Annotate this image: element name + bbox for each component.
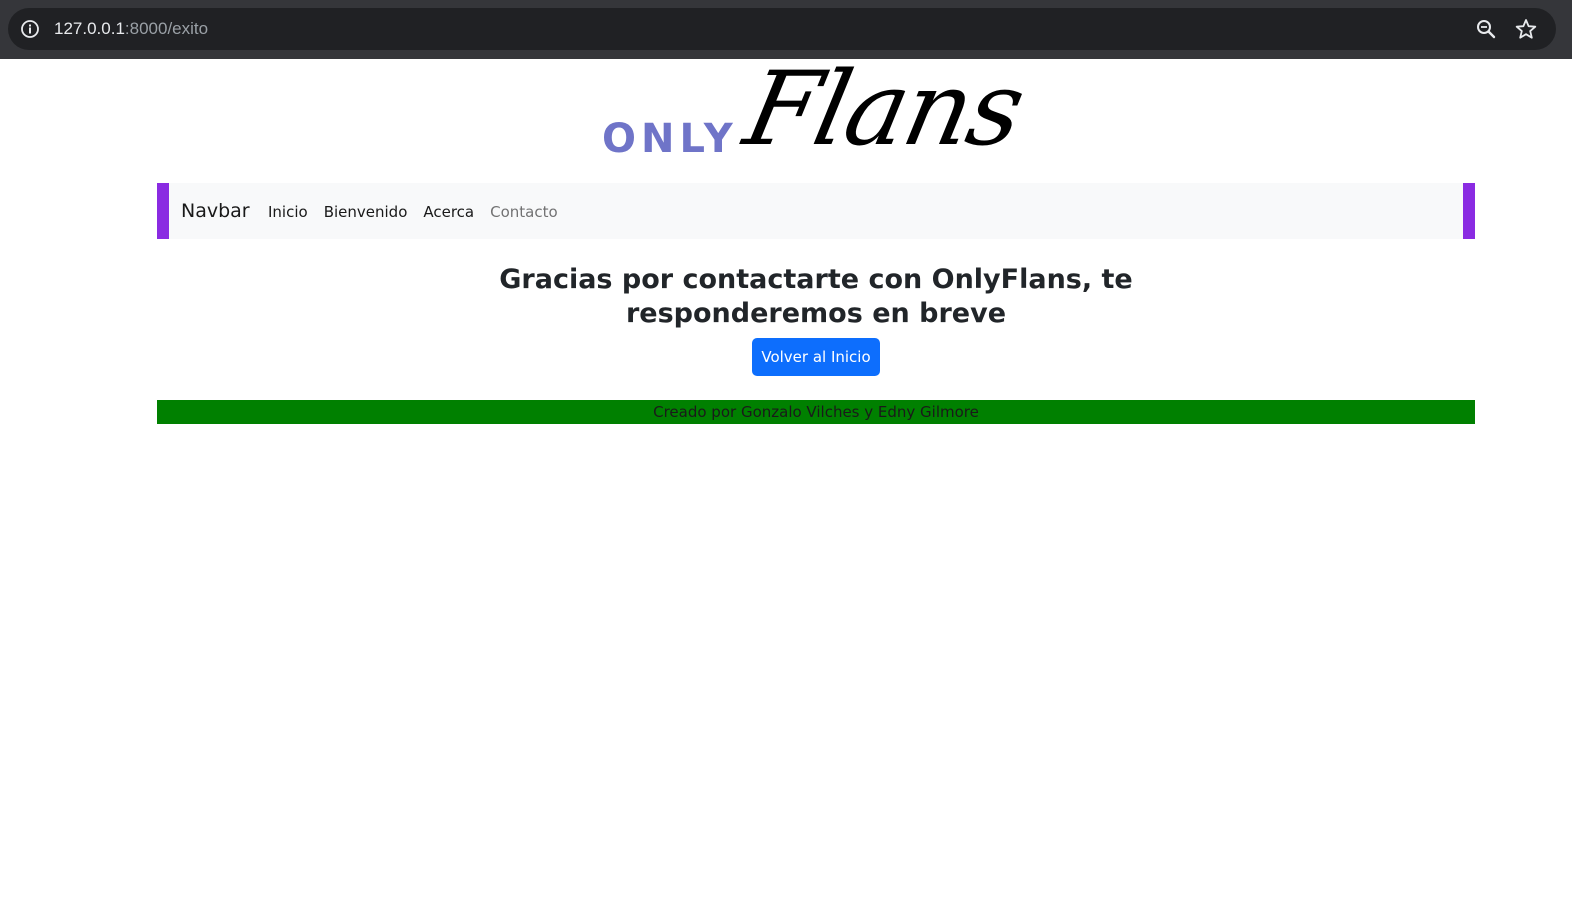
navbar-brand[interactable]: Navbar — [181, 198, 250, 224]
nav-link-bienvenido[interactable]: Bienvenido — [324, 201, 408, 223]
footer-credits: Creado por Gonzalo Vilches y Edny Gilmor… — [157, 400, 1475, 424]
nav-links: Inicio Bienvenido Acerca Contacto — [268, 201, 574, 223]
nav-link-contacto[interactable]: Contacto — [490, 201, 558, 223]
url-text[interactable]: 127.0.0.1:8000/exito — [54, 18, 208, 40]
back-to-home-button[interactable]: Volver al Inicio — [752, 338, 880, 376]
info-icon[interactable] — [20, 19, 40, 39]
nav-link-acerca[interactable]: Acerca — [423, 201, 474, 223]
bookmark-star-icon[interactable] — [1515, 18, 1537, 40]
onlyflans-logo: ONLY Flans — [598, 50, 1038, 177]
url-host: 127.0.0.1 — [54, 19, 125, 38]
address-bar[interactable]: 127.0.0.1:8000/exito — [8, 8, 1556, 50]
zoom-icon[interactable] — [1475, 18, 1497, 40]
page: ONLY Flans Navbar Inicio Bienvenido Acer… — [0, 50, 1572, 905]
logo-only-text: ONLY — [602, 116, 738, 162]
success-heading: Gracias por contactarte con OnlyFlans, t… — [499, 264, 1133, 329]
nav-link-inicio[interactable]: Inicio — [268, 201, 308, 223]
navbar: Navbar Inicio Bienvenido Acerca Contacto — [157, 183, 1475, 239]
logo-flans-text: Flans — [735, 50, 1033, 169]
url-path: :8000/exito — [124, 19, 209, 38]
